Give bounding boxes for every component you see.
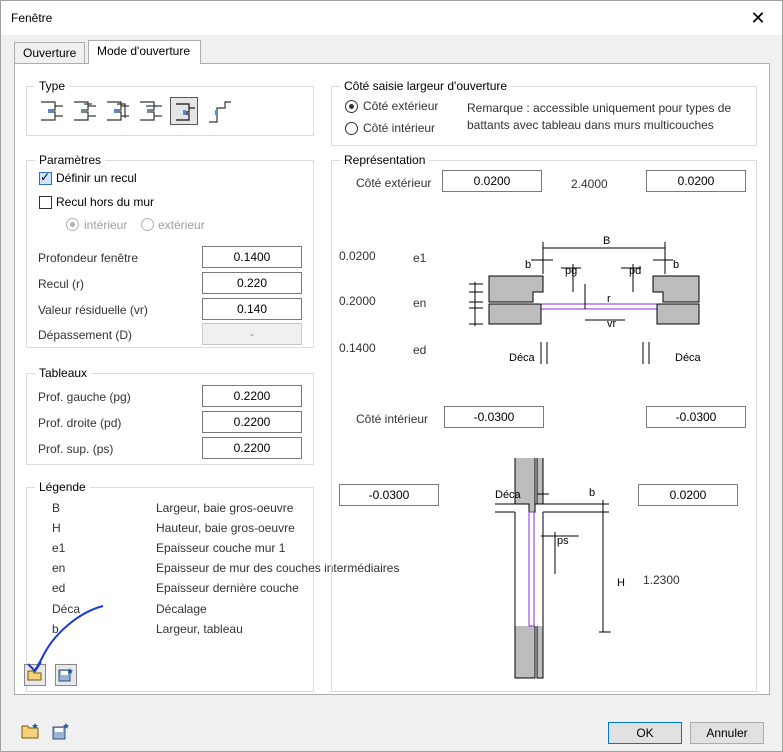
overhang-field[interactable]: - <box>202 323 302 345</box>
side-group: Côté saisie largeur d'ouverture <box>331 79 757 146</box>
close-button[interactable]: ✕ <box>740 3 776 33</box>
favorite-folder-icon <box>21 723 39 739</box>
ext-left-field[interactable]: 0.0200 <box>442 170 542 192</box>
title-bar: Fenêtre ✕ <box>1 1 782 35</box>
legend-value: Largeur, tableau <box>156 622 243 636</box>
tableaux-group-title: Tableaux <box>35 366 92 380</box>
type-option-6[interactable] <box>205 98 235 126</box>
plan-label-b-left: b <box>525 259 531 271</box>
representation-group-title: Représentation <box>340 153 430 167</box>
recess-label: Recul (r) <box>38 277 85 291</box>
plan-label-pd: pd <box>629 265 641 277</box>
legend-value: Hauteur, baie gros-oeuvre <box>156 521 295 535</box>
section-label-b: b <box>589 487 595 499</box>
int-left-field[interactable]: -0.0300 <box>444 406 544 428</box>
radio-int-side-label: Côté intérieur <box>363 121 436 135</box>
side-remark-line1: Remarque : accessible uniquement pour ty… <box>467 101 732 115</box>
section-diagram: Déca b ps H <box>495 458 625 679</box>
type-option-4[interactable] <box>140 101 162 121</box>
annotation-arrow <box>27 605 104 673</box>
legend-key: B <box>52 501 61 515</box>
window-depth-label: Profondeur fenêtre <box>38 251 139 265</box>
section-label-ps: ps <box>557 535 569 547</box>
radio-sub-interior[interactable] <box>66 218 79 231</box>
ok-button[interactable]: OK <box>608 722 682 744</box>
height-value: 1.2300 <box>643 573 680 587</box>
legend-key: H <box>52 521 61 535</box>
radio-int-side[interactable] <box>345 122 358 135</box>
radio-sub-exterior[interactable] <box>141 218 154 231</box>
ed-value: 0.1400 <box>339 341 376 355</box>
int-right-field[interactable]: -0.0300 <box>646 406 746 428</box>
type-option-1[interactable] <box>41 101 63 121</box>
left-depth-field[interactable]: 0.2200 <box>202 385 302 407</box>
close-icon: ✕ <box>750 7 766 28</box>
section-right-field[interactable]: 0.0200 <box>638 484 738 506</box>
legend-key: e1 <box>52 541 66 555</box>
ext-side-label: Côté extérieur <box>356 176 432 190</box>
legend-value: Epaisseur dernière couche <box>156 581 299 595</box>
tab-panel: Type Côté saisie largeur d'ouverture Côt… <box>14 63 770 695</box>
recess-field[interactable]: 0.220 <box>202 272 302 294</box>
e1-label: e1 <box>413 251 427 265</box>
legend-value: Largeur, baie gros-oeuvre <box>156 501 294 515</box>
tab-ouverture[interactable]: Ouverture <box>14 42 86 64</box>
plan-diagram: B b b pg pd r vr Déca Déca <box>469 235 702 364</box>
top-depth-field[interactable]: 0.2200 <box>202 437 302 459</box>
plan-label-B: B <box>603 235 610 247</box>
section-label-deca: Déca <box>495 489 522 501</box>
dialog-window: Fenêtre ✕ Ouverture Mode d'ouverture Typ… <box>0 0 783 752</box>
radio-ext-side[interactable] <box>345 100 358 113</box>
type-option-5-selected[interactable] <box>170 97 198 125</box>
residual-label: Valeur résiduelle (vr) <box>38 303 148 317</box>
right-depth-label: Prof. droite (pd) <box>38 416 122 430</box>
ext-right-field[interactable]: 0.0200 <box>646 170 746 192</box>
e1-value: 0.0200 <box>339 249 376 263</box>
favorite-save-icon <box>52 723 69 740</box>
right-depth-field[interactable]: 0.2200 <box>202 411 302 433</box>
legend-key: en <box>52 561 66 575</box>
type-option-2[interactable] <box>74 101 96 121</box>
define-recess-label: Définir un recul <box>56 171 137 185</box>
plan-label-deca-right: Déca <box>675 352 702 364</box>
section-label-H: H <box>617 577 625 589</box>
recess-outside-checkbox[interactable] <box>39 196 52 209</box>
section-left-field[interactable]: -0.0300 <box>339 484 439 506</box>
plan-label-deca-left: Déca <box>509 352 536 364</box>
en-label: en <box>413 296 427 310</box>
radio-ext-side-label: Côté extérieur <box>363 99 439 113</box>
legend-value: Epaisseur couche mur 1 <box>156 541 286 555</box>
overhang-label: Dépassement (D) <box>38 328 133 342</box>
window-depth-field[interactable]: 0.1400 <box>202 246 302 268</box>
params-group-title: Paramètres <box>35 153 106 167</box>
plan-label-vr: vr <box>607 318 617 330</box>
plan-label-pg: pg <box>565 265 577 277</box>
type-option-3[interactable] <box>107 101 129 121</box>
cancel-button[interactable]: Annuler <box>690 722 764 744</box>
left-depth-label: Prof. gauche (pg) <box>38 390 131 404</box>
radio-sub-exterior-label: extérieur <box>158 218 205 232</box>
window-title: Fenêtre <box>11 11 53 25</box>
recess-outside-label: Recul hors du mur <box>56 195 155 209</box>
plan-label-b-right: b <box>673 259 679 271</box>
ext-width-value: 2.4000 <box>571 177 608 191</box>
plan-label-r: r <box>607 293 611 305</box>
recess-type-icon <box>176 103 195 121</box>
favorite-open-button[interactable] <box>19 719 43 743</box>
residual-field[interactable]: 0.140 <box>202 298 302 320</box>
ed-label: ed <box>413 343 427 357</box>
legend-value: Décalage <box>156 602 207 616</box>
en-value: 0.2000 <box>339 294 376 308</box>
radio-sub-interior-label: intérieur <box>84 218 128 232</box>
favorite-save-button[interactable] <box>49 719 73 743</box>
side-group-title: Côté saisie largeur d'ouverture <box>340 79 512 93</box>
legend-key: ed <box>52 581 66 595</box>
legend-group-title: Légende <box>35 480 90 494</box>
define-recess-checkbox[interactable] <box>39 170 52 185</box>
type-group-title: Type <box>35 79 70 93</box>
int-side-label: Côté intérieur <box>356 412 429 426</box>
top-depth-label: Prof. sup. (ps) <box>38 442 114 456</box>
side-remark-line2: battants avec tableau dans murs multicou… <box>467 118 714 132</box>
tab-mode-ouverture[interactable]: Mode d'ouverture <box>88 40 201 64</box>
